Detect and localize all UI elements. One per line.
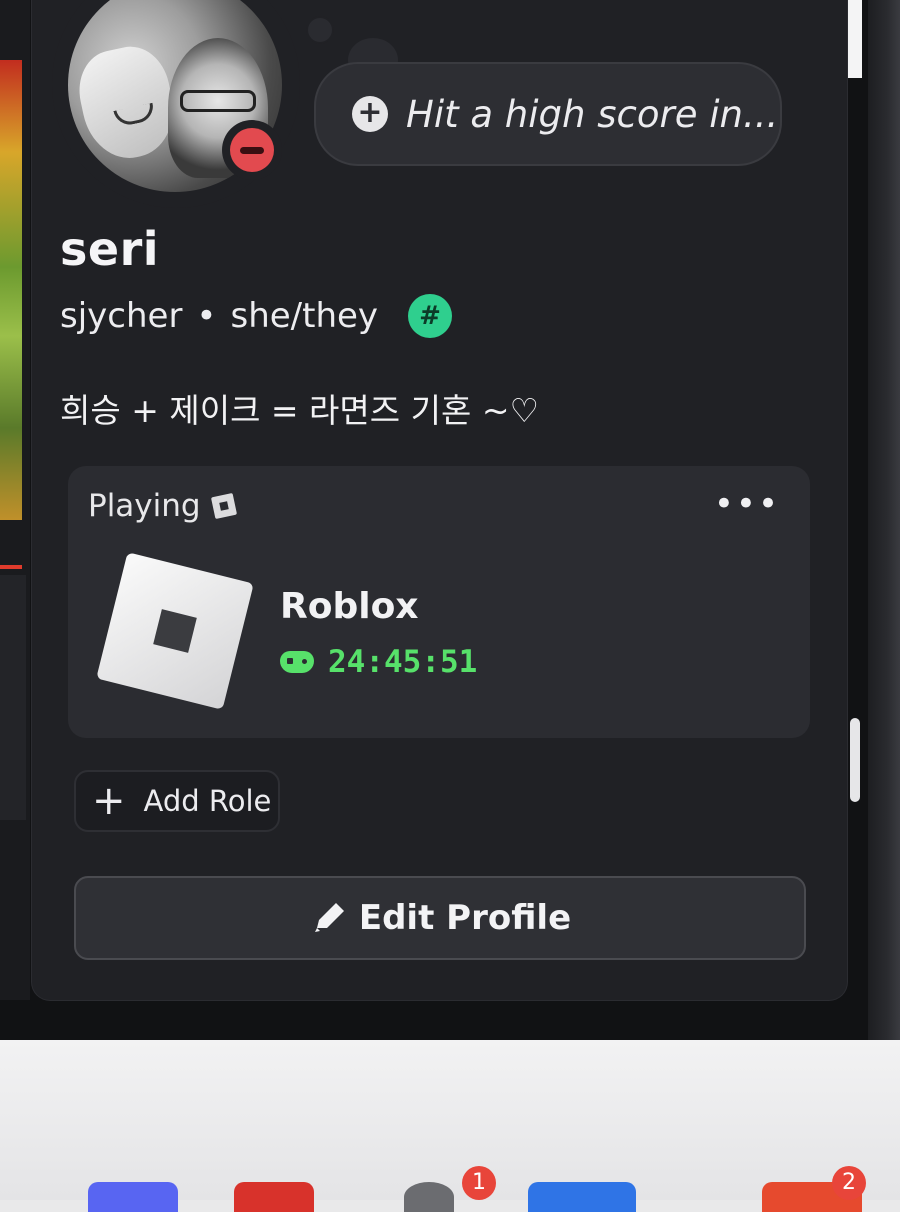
edit-profile-label: Edit Profile bbox=[358, 898, 572, 938]
bio-text: 희승 + 제이크 = 라면즈 기혼 ~♡ bbox=[60, 391, 540, 430]
edit-profile-button[interactable]: Edit Profile bbox=[74, 876, 806, 960]
roblox-logo-icon bbox=[96, 552, 254, 710]
pencil-icon bbox=[314, 903, 344, 932]
thought-bubble-small bbox=[306, 16, 334, 44]
taskbar-app-icon[interactable] bbox=[234, 1182, 314, 1212]
add-role-label: Add Role bbox=[143, 784, 272, 818]
add-role-button[interactable]: + Add Role bbox=[74, 770, 280, 832]
taskbar: 1 2 bbox=[0, 1166, 900, 1212]
username-row: sjycher • she/they # bbox=[60, 294, 453, 338]
background-window bbox=[0, 0, 30, 1000]
background-window-divider bbox=[0, 565, 22, 569]
roblox-logo-hole bbox=[153, 609, 197, 653]
taskbar-app-icon[interactable] bbox=[404, 1182, 454, 1212]
roblox-mini-icon bbox=[210, 492, 237, 520]
game-name: Roblox bbox=[280, 586, 419, 627]
more-options-icon[interactable]: ••• bbox=[714, 484, 780, 524]
hash-badge-icon[interactable]: # bbox=[408, 294, 453, 338]
notification-badge: 2 bbox=[832, 1166, 866, 1200]
elapsed-time-value: 24:45:51 bbox=[328, 644, 478, 680]
monitor-bezel bbox=[868, 0, 900, 1040]
custom-status-bubble[interactable]: + Hit a high score in... bbox=[314, 62, 782, 166]
dnd-status-bar bbox=[240, 147, 264, 154]
background-window-panel bbox=[0, 575, 26, 820]
username-separator: • bbox=[196, 296, 217, 336]
add-status-icon: + bbox=[352, 96, 388, 132]
avatar-glasses bbox=[180, 90, 256, 112]
gamepad-icon bbox=[280, 651, 314, 673]
custom-status-text: Hit a high score in... bbox=[406, 92, 779, 136]
background-window-art bbox=[0, 60, 22, 520]
activity-header-label: Playing bbox=[88, 488, 201, 524]
activity-header: Playing bbox=[88, 488, 237, 524]
taskbar-app-icon[interactable] bbox=[528, 1182, 636, 1212]
notification-badge: 1 bbox=[462, 1166, 496, 1200]
avatar-mask-figure bbox=[71, 39, 183, 167]
taskbar-app-icon[interactable] bbox=[88, 1182, 178, 1212]
display-name: seri bbox=[60, 222, 160, 276]
scrollbar-thumb[interactable] bbox=[850, 718, 860, 802]
username[interactable]: sjycher bbox=[60, 296, 182, 336]
elapsed-time: 24:45:51 bbox=[280, 644, 477, 680]
plus-icon: + bbox=[92, 778, 126, 824]
pronouns: she/they bbox=[230, 296, 379, 336]
dnd-status-icon bbox=[222, 120, 282, 180]
activity-card: Playing ••• Roblox 24:45:51 bbox=[68, 466, 810, 738]
